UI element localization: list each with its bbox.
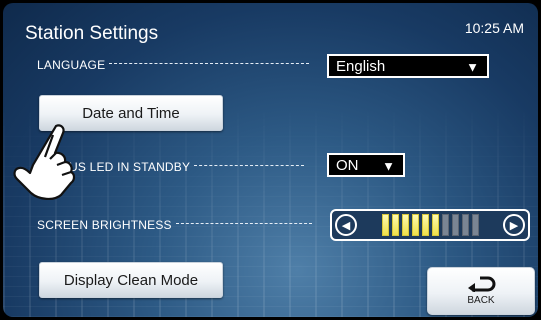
brightness-segment [381,214,389,236]
dash-leader [194,165,305,167]
brightness-segment [441,214,449,236]
triangle-down-icon: ▼ [382,158,395,174]
left-arrow-icon: ◀ [341,219,351,232]
dash-leader [109,63,310,65]
screen-brightness-label: SCREEN BRIGHTNESS [37,218,172,232]
brightness-segment [401,214,409,236]
language-select[interactable]: English ▼ [327,54,489,78]
language-label-row: LANGUAGE [37,58,310,72]
brightness-segment [431,214,439,236]
back-label: BACK [467,295,495,306]
status-led-label: US LED IN STANDBY [69,160,191,174]
screen-frame: Station Settings 10:25 AM LANGUAGE Engli… [3,3,538,317]
language-select-value: English [336,57,386,75]
brightness-segment [451,214,459,236]
language-label: LANGUAGE [37,58,106,72]
brightness-segment [461,214,469,236]
brightness-segment [421,214,429,236]
brightness-decrease-button[interactable]: ◀ [335,214,357,236]
status-led-select-value: ON [336,156,359,174]
page-title: Station Settings [25,23,159,44]
pointing-hand-icon [13,124,76,200]
right-arrow-icon: ▶ [509,219,519,232]
display-clean-mode-button[interactable]: Display Clean Mode [39,262,223,298]
brightness-segment [411,214,419,236]
return-arrow-icon [468,276,496,292]
status-led-label-row: US LED IN STANDBY [69,160,305,174]
screen-brightness-label-row: SCREEN BRIGHTNESS [37,218,312,232]
clock: 10:25 AM [464,20,524,36]
display-clean-mode-label: Display Clean Mode [63,271,199,289]
back-button[interactable]: BACK [427,267,535,315]
brightness-level-bar [360,214,500,236]
brightness-increase-button[interactable]: ▶ [503,214,525,236]
date-and-time-label: Date and Time [82,104,180,122]
triangle-down-icon: ▼ [466,59,479,75]
dash-leader [175,223,312,225]
status-led-select[interactable]: ON ▼ [327,153,405,177]
brightness-segment [471,214,479,236]
brightness-segment [391,214,399,236]
brightness-control: ◀ ▶ [330,209,530,241]
